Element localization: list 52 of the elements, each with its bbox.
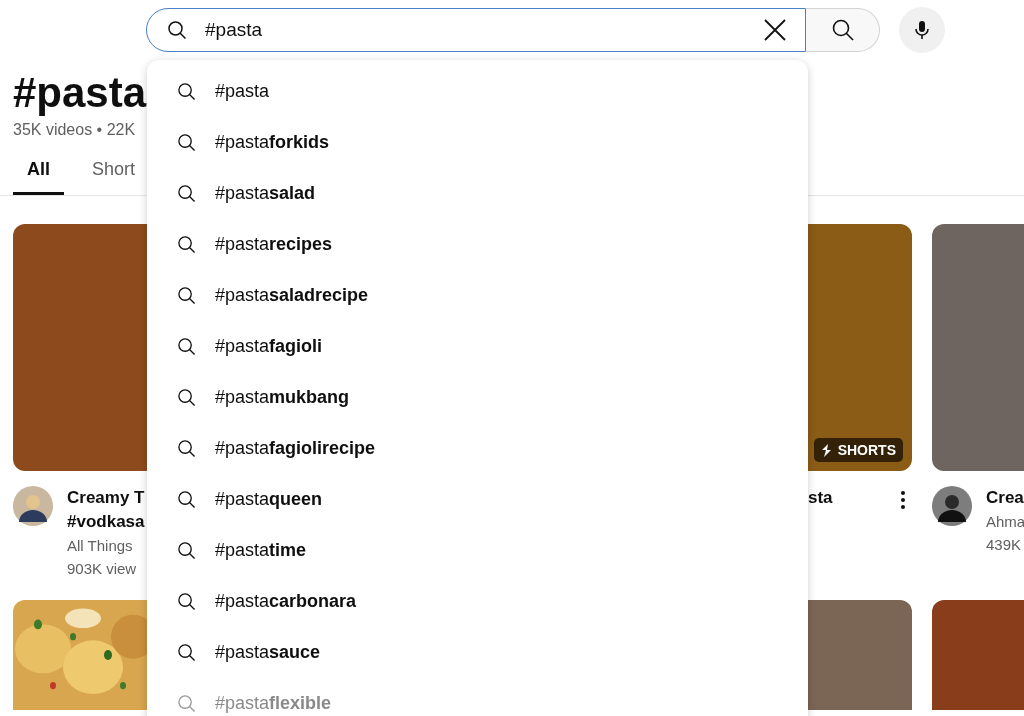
microphone-button[interactable] <box>899 7 945 53</box>
suggestion-item[interactable]: #pastamukbang <box>147 372 808 423</box>
search-button[interactable] <box>806 8 880 52</box>
search-icon <box>177 490 196 509</box>
suggestion-item[interactable]: #pastafagioli <box>147 321 808 372</box>
search-icon <box>177 388 196 407</box>
search-icon <box>177 643 196 662</box>
suggestion-item[interactable]: #pastacarbonara <box>147 576 808 627</box>
suggestion-item[interactable]: #pastaflexible <box>147 678 808 716</box>
search-icon <box>177 184 196 203</box>
search-field[interactable]: #pasta <box>203 18 763 42</box>
search-icon <box>177 694 196 713</box>
search-icon <box>177 439 196 458</box>
video-title[interactable]: sta <box>808 486 833 510</box>
search-icon <box>177 541 196 560</box>
suggestion-item[interactable]: #pastafagiolirecipe <box>147 423 808 474</box>
video-thumbnail[interactable] <box>808 600 912 710</box>
video-title[interactable]: Creamy T <box>67 486 145 510</box>
tab[interactable]: Short <box>92 153 136 195</box>
search-icon <box>177 592 196 611</box>
page-title: #pasta <box>13 69 147 117</box>
avatar-icon[interactable] <box>932 486 972 526</box>
video-title[interactable]: Crea <box>986 486 1024 510</box>
suggestion-item[interactable]: #pasta <box>147 66 808 117</box>
search-icon <box>177 337 196 356</box>
suggestion-item[interactable]: #pastasaladrecipe <box>147 270 808 321</box>
more-icon[interactable] <box>901 491 905 509</box>
suggestion-item[interactable]: #pastasalad <box>147 168 808 219</box>
search-icon <box>177 286 196 305</box>
video-thumbnail[interactable]: SHORTS <box>808 224 912 471</box>
view-count: 903K view <box>67 559 138 579</box>
page-stats: 35K videos • 22K <box>13 121 136 139</box>
video-title[interactable]: #vodkasa <box>67 510 145 534</box>
avatar-icon[interactable] <box>13 486 53 526</box>
video-thumbnail[interactable] <box>932 600 1024 710</box>
search-icon <box>167 20 187 40</box>
search-icon <box>177 133 196 152</box>
view-count: 439K <box>986 535 1023 555</box>
tab[interactable]: All <box>13 153 64 195</box>
suggestion-item[interactable]: #pastarecipes <box>147 219 808 270</box>
video-thumbnail[interactable] <box>932 224 1024 471</box>
suggestion-item[interactable]: #pastaforkids <box>147 117 808 168</box>
close-icon <box>763 18 787 42</box>
search-icon <box>177 82 196 101</box>
shorts-badge: SHORTS <box>813 438 903 462</box>
channel-name[interactable]: All Things <box>67 534 145 557</box>
video-thumbnail[interactable] <box>13 224 147 471</box>
search-icon <box>830 18 855 42</box>
suggestion-item[interactable]: #pastasauce <box>147 627 808 678</box>
suggestion-item[interactable]: #pastaqueen <box>147 474 808 525</box>
suggestion-item[interactable]: #pastatime <box>147 525 808 576</box>
search-icon <box>177 235 196 254</box>
